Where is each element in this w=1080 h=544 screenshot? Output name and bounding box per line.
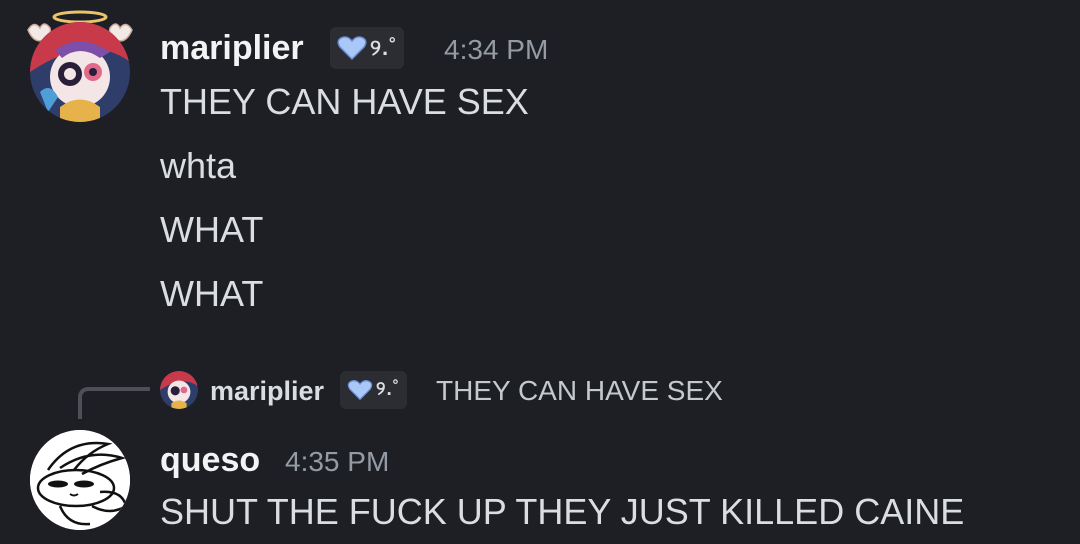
message-text: SHUT THE FUCK UP THEY JUST KILLED CAINE <box>160 491 965 532</box>
server-tag[interactable]: ୨.˚ <box>330 27 405 69</box>
avatar-image <box>30 22 130 122</box>
reply-connector <box>78 387 150 419</box>
message-text: THEY CAN HAVE SEX <box>160 81 529 122</box>
tag-text: ୨.˚ <box>376 379 401 400</box>
heart-icon <box>337 36 367 61</box>
timestamp[interactable]: 4:34 PM <box>444 30 548 70</box>
message-text: WHAT <box>160 209 264 250</box>
avatar-decoration[interactable] <box>22 8 138 124</box>
timestamp[interactable]: 4:35 PM <box>285 442 389 482</box>
username[interactable]: queso <box>160 440 260 480</box>
reply-avatar-image <box>160 371 198 409</box>
reply-preview-text[interactable]: THEY CAN HAVE SEX <box>436 371 723 411</box>
tag-text: ୨.˚ <box>370 35 398 60</box>
avatar[interactable] <box>30 430 130 530</box>
message-text: WHAT <box>160 273 264 314</box>
avatar[interactable] <box>30 22 130 122</box>
message-text: whta <box>160 145 237 186</box>
reply-avatar[interactable] <box>160 371 198 409</box>
username[interactable]: mariplier <box>160 28 304 68</box>
message-group-mariplier: mariplier ୨.˚ 4:34 PM THEY CAN HAVE SEX … <box>0 0 1080 340</box>
heart-icon <box>347 380 373 401</box>
reply-username[interactable]: mariplier <box>210 371 324 411</box>
chat-view: mariplier ୨.˚ 4:34 PM THEY CAN HAVE SEX … <box>0 0 1080 544</box>
reply-server-tag[interactable]: ୨.˚ <box>340 371 408 409</box>
avatar-image <box>30 430 130 530</box>
